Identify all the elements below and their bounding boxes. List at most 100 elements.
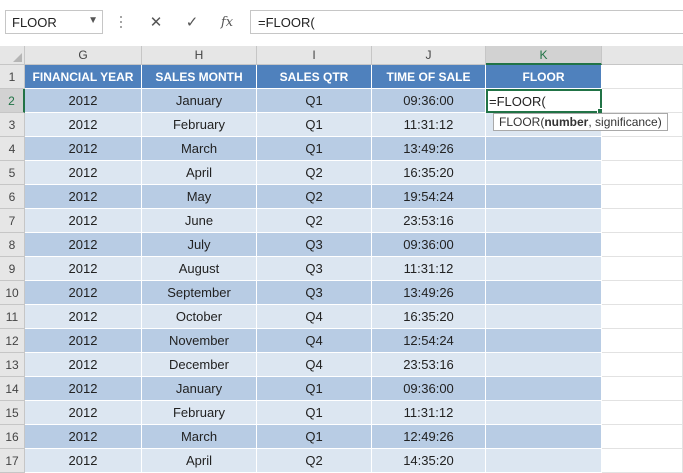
row-header[interactable]: 4 — [0, 137, 25, 161]
row-header[interactable]: 5 — [0, 161, 25, 185]
table-cell[interactable]: Q1 — [257, 377, 372, 401]
table-cell[interactable]: 2012 — [25, 113, 142, 137]
insert-function-icon[interactable]: fx — [212, 10, 242, 34]
table-cell[interactable]: January — [142, 89, 257, 113]
row-header[interactable]: 12 — [0, 329, 25, 353]
table-cell[interactable]: Q1 — [257, 137, 372, 161]
empty-cell[interactable] — [602, 281, 683, 305]
table-cell[interactable]: September — [142, 281, 257, 305]
row-header[interactable]: 7 — [0, 209, 25, 233]
table-cell[interactable]: 11:31:12 — [372, 113, 486, 137]
table-cell[interactable] — [486, 425, 602, 449]
table-cell[interactable]: Q3 — [257, 257, 372, 281]
empty-cell[interactable] — [602, 377, 683, 401]
table-cell[interactable]: Q1 — [257, 425, 372, 449]
empty-cell[interactable] — [602, 89, 683, 113]
table-cell[interactable] — [486, 161, 602, 185]
table-cell[interactable] — [486, 305, 602, 329]
table-cell[interactable]: Q2 — [257, 449, 372, 473]
column-header-i[interactable]: I — [257, 46, 372, 65]
row-header[interactable]: 1 — [0, 65, 25, 89]
column-header-h[interactable]: H — [142, 46, 257, 65]
row-header[interactable]: 8 — [0, 233, 25, 257]
row-header[interactable]: 13 — [0, 353, 25, 377]
table-cell[interactable]: 11:31:12 — [372, 257, 486, 281]
table-cell[interactable]: 2012 — [25, 353, 142, 377]
table-cell[interactable] — [486, 449, 602, 473]
row-header[interactable]: 9 — [0, 257, 25, 281]
row-header[interactable]: 10 — [0, 281, 25, 305]
table-cell[interactable]: 2012 — [25, 305, 142, 329]
table-cell[interactable]: June — [142, 209, 257, 233]
empty-cell[interactable] — [602, 233, 683, 257]
empty-cell[interactable] — [602, 137, 683, 161]
table-cell[interactable]: 09:36:00 — [372, 89, 486, 113]
table-cell[interactable]: Q3 — [257, 281, 372, 305]
select-all-button[interactable] — [0, 46, 25, 65]
empty-cell[interactable] — [602, 305, 683, 329]
table-cell[interactable]: 19:54:24 — [372, 185, 486, 209]
cancel-icon[interactable]: ✕ — [141, 10, 171, 34]
table-cell[interactable] — [486, 185, 602, 209]
table-cell[interactable]: 09:36:00 — [372, 377, 486, 401]
empty-cell[interactable] — [602, 209, 683, 233]
table-cell[interactable]: July — [142, 233, 257, 257]
table-cell[interactable]: 2012 — [25, 233, 142, 257]
table-cell[interactable]: 23:53:16 — [372, 353, 486, 377]
column-header-blank[interactable] — [602, 46, 683, 65]
table-cell[interactable]: Q4 — [257, 353, 372, 377]
table-cell[interactable]: February — [142, 113, 257, 137]
drag-handle-icon[interactable] — [118, 12, 124, 32]
table-cell[interactable] — [486, 257, 602, 281]
column-header-k[interactable]: K — [486, 46, 602, 65]
column-title-cell[interactable]: SALES MONTH — [142, 65, 257, 89]
table-cell[interactable]: 16:35:20 — [372, 161, 486, 185]
table-cell[interactable]: 23:53:16 — [372, 209, 486, 233]
table-cell[interactable]: Q1 — [257, 89, 372, 113]
empty-cell[interactable] — [602, 329, 683, 353]
row-header[interactable]: 15 — [0, 401, 25, 425]
table-cell[interactable]: 2012 — [25, 137, 142, 161]
table-cell[interactable]: 2012 — [25, 449, 142, 473]
table-cell[interactable]: 2012 — [25, 161, 142, 185]
name-box[interactable]: FLOOR ▼ — [5, 10, 103, 34]
table-cell[interactable]: April — [142, 161, 257, 185]
empty-cell[interactable] — [602, 257, 683, 281]
column-title-cell[interactable]: FLOOR — [486, 65, 602, 89]
table-cell[interactable] — [486, 401, 602, 425]
empty-cell[interactable] — [602, 449, 683, 473]
row-header[interactable]: 14 — [0, 377, 25, 401]
empty-cell[interactable] — [602, 185, 683, 209]
empty-cell[interactable] — [602, 353, 683, 377]
row-header[interactable]: 2 — [0, 89, 25, 113]
table-cell[interactable]: 2012 — [25, 209, 142, 233]
table-cell[interactable] — [486, 281, 602, 305]
table-cell[interactable]: March — [142, 137, 257, 161]
table-cell[interactable]: 2012 — [25, 89, 142, 113]
table-cell[interactable]: 2012 — [25, 257, 142, 281]
active-cell[interactable]: =FLOOR( — [486, 89, 604, 115]
row-header[interactable]: 3 — [0, 113, 25, 137]
table-cell[interactable]: Q2 — [257, 161, 372, 185]
empty-cell[interactable] — [602, 401, 683, 425]
table-cell[interactable]: Q2 — [257, 185, 372, 209]
row-header[interactable]: 6 — [0, 185, 25, 209]
table-cell[interactable] — [486, 137, 602, 161]
table-cell[interactable]: 2012 — [25, 329, 142, 353]
table-cell[interactable] — [486, 329, 602, 353]
table-cell[interactable]: 13:49:26 — [372, 281, 486, 305]
column-title-cell[interactable]: TIME OF SALE — [372, 65, 486, 89]
table-cell[interactable]: Q3 — [257, 233, 372, 257]
table-cell[interactable]: Q2 — [257, 209, 372, 233]
table-cell[interactable]: November — [142, 329, 257, 353]
table-cell[interactable]: 13:49:26 — [372, 137, 486, 161]
column-title-cell[interactable]: FINANCIAL YEAR — [25, 65, 142, 89]
table-cell[interactable]: Q1 — [257, 401, 372, 425]
table-cell[interactable]: 12:49:26 — [372, 425, 486, 449]
column-header-j[interactable]: J — [372, 46, 486, 65]
table-cell[interactable]: Q1 — [257, 113, 372, 137]
table-cell[interactable]: 09:36:00 — [372, 233, 486, 257]
table-cell[interactable]: 2012 — [25, 185, 142, 209]
table-cell[interactable] — [486, 377, 602, 401]
empty-cell[interactable] — [602, 65, 683, 89]
